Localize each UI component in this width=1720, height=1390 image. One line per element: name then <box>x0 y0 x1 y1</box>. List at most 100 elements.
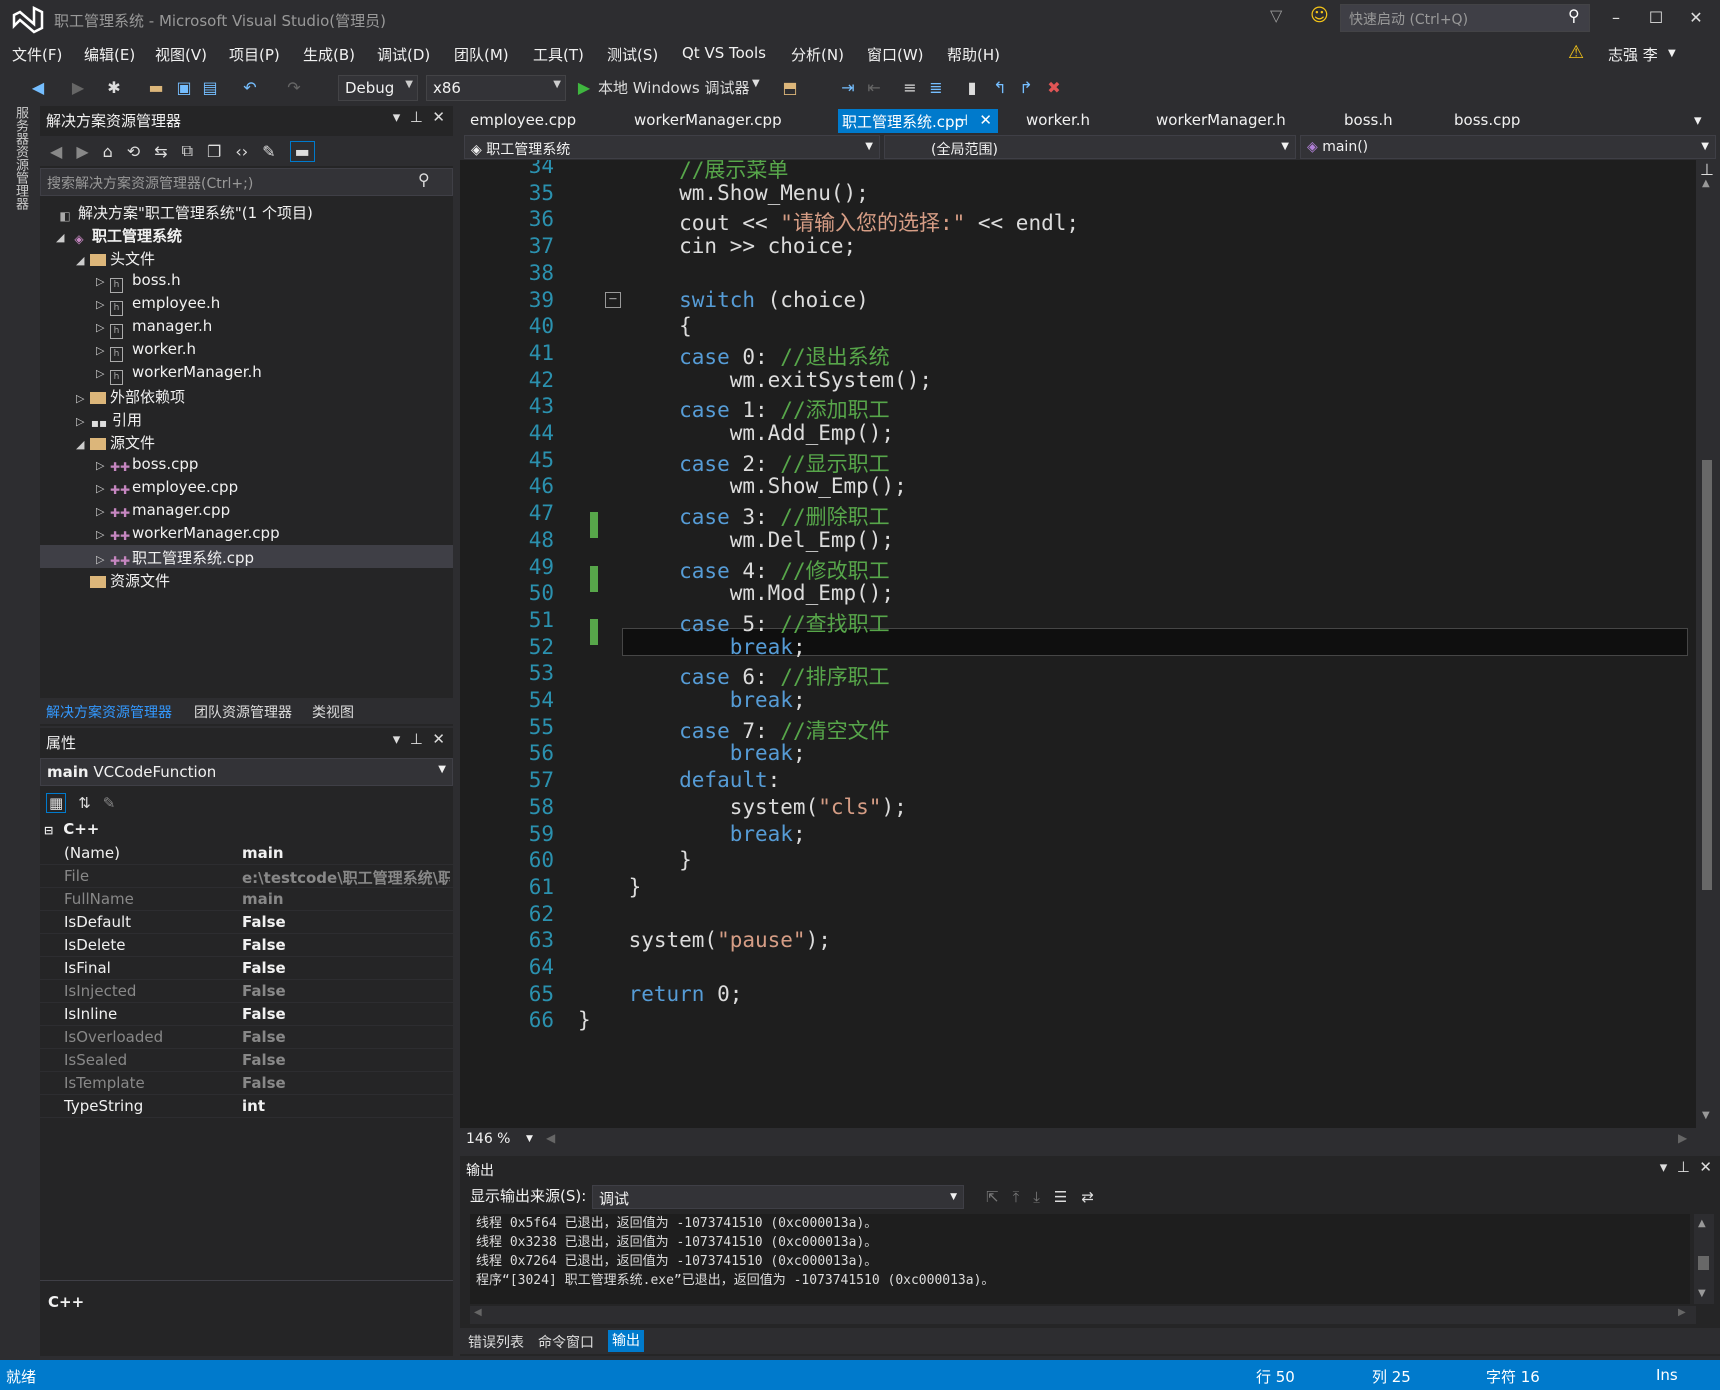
tree-file[interactable]: ▷ ✚✚ workerManager.cpp <box>96 524 280 547</box>
close-icon[interactable]: ✕ <box>432 730 445 748</box>
property-row[interactable]: FullName main <box>40 888 453 911</box>
menu-window[interactable]: 窗口(W) <box>867 44 924 65</box>
redo-icon[interactable]: ↷ <box>284 78 304 98</box>
comment-icon[interactable]: ≡ <box>900 78 920 98</box>
copy-icon[interactable]: ❐ <box>207 142 221 161</box>
tab-workermanager-cpp[interactable]: workerManager.cpp <box>630 109 786 133</box>
search-icon[interactable]: ⚲ <box>1568 6 1580 25</box>
tree-resources-folder[interactable]: 资源文件 <box>90 570 170 593</box>
menu-help[interactable]: 帮助(H) <box>947 44 1000 65</box>
attach-process-icon[interactable]: ⬒ <box>780 78 800 98</box>
menu-debug[interactable]: 调试(D) <box>377 44 430 65</box>
property-row[interactable]: (Name) main <box>40 842 453 865</box>
close-window-button[interactable]: ✕ <box>1676 4 1716 32</box>
menu-test[interactable]: 测试(S) <box>607 44 658 65</box>
editor-vertical-scrollbar[interactable]: ⊥ ▲ ▼ <box>1696 160 1720 1128</box>
search-icon[interactable]: ⚲ <box>418 170 430 189</box>
scroll-thumb[interactable] <box>1702 460 1712 890</box>
solution-configuration-select[interactable]: Debug ▼ <box>338 75 418 101</box>
scroll-up-icon[interactable]: ▲ <box>1698 1218 1706 1229</box>
split-icon[interactable]: ⊥ <box>1700 160 1714 179</box>
user-account[interactable]: 志强 李 <box>1608 44 1658 65</box>
menu-view[interactable]: 视图(V) <box>155 44 207 65</box>
clear-bookmarks-icon[interactable]: ✖ <box>1044 78 1064 98</box>
tab-worker-h[interactable]: worker.h <box>1022 109 1094 133</box>
start-debugger-button[interactable]: 本地 Windows 调试器 <box>598 77 750 101</box>
step-over-icon[interactable]: ⇤ <box>864 78 884 98</box>
menu-tools[interactable]: 工具(T) <box>533 44 584 65</box>
chevron-down-icon[interactable]: ▼ <box>526 1134 533 1144</box>
property-row[interactable]: IsOverloaded False <box>40 1026 453 1049</box>
home-icon[interactable]: ⌂ <box>103 142 113 161</box>
clear-all-icon[interactable]: ☰ <box>1054 1188 1067 1206</box>
tree-solution[interactable]: ◧ 解决方案"职工管理系统"(1 个项目) <box>56 202 313 225</box>
solution-platform-select[interactable]: x86 ▼ <box>426 75 566 101</box>
save-all-icon[interactable]: ▤ <box>200 78 220 98</box>
tree-file[interactable]: ▷ h employee.h <box>96 294 220 317</box>
filter-icon[interactable]: ▽ <box>1270 6 1282 25</box>
prev-message-icon[interactable]: ⤒ <box>1013 1188 1020 1206</box>
dropdown-icon[interactable]: ▾ <box>393 108 401 126</box>
scroll-down-icon[interactable]: ▼ <box>1698 1288 1706 1299</box>
tab-boss-cpp[interactable]: boss.cpp <box>1450 109 1524 133</box>
server-explorer-tab[interactable]: 服务器资源管理器 <box>10 106 30 210</box>
property-row[interactable]: IsDelete False <box>40 934 453 957</box>
property-row[interactable]: IsSealed False <box>40 1049 453 1072</box>
zoom-level[interactable]: 146 % <box>466 1131 510 1147</box>
start-debug-icon[interactable]: ▶ <box>574 78 594 98</box>
property-row[interactable]: TypeString int <box>40 1095 453 1118</box>
tree-file-selected[interactable]: ▷ ✚✚ 职工管理系统.cpp <box>40 545 453 568</box>
open-file-icon[interactable]: ▬ <box>146 78 166 98</box>
property-pages-icon[interactable]: ✎ <box>103 794 116 812</box>
step-icon[interactable]: ⇥ <box>838 78 858 98</box>
pin-icon[interactable]: ⊥ <box>1677 1158 1690 1176</box>
history-icon[interactable]: ⟲ <box>127 142 140 161</box>
menu-analyze[interactable]: 分析(N) <box>791 44 844 65</box>
properties-object-select[interactable]: main VCCodeFunction ▼ <box>40 758 453 786</box>
pin-icon[interactable]: ⊥ <box>410 730 423 748</box>
tree-file[interactable]: ▷ ✚✚ boss.cpp <box>96 455 198 478</box>
tab-workermanager-h[interactable]: workerManager.h <box>1152 109 1290 133</box>
alphabetical-icon[interactable]: ⇅ <box>78 794 91 812</box>
output-source-select[interactable]: 调试 ▼ <box>592 1185 964 1209</box>
property-row[interactable]: IsDefault False <box>40 911 453 934</box>
solution-search-input[interactable]: 搜索解决方案资源管理器(Ctrl+;) <box>40 168 453 196</box>
close-tab-icon[interactable]: ✕ <box>979 111 992 129</box>
next-message-icon[interactable]: ⤓ <box>1033 1188 1040 1206</box>
scroll-up-icon[interactable]: ▲ <box>1702 178 1710 189</box>
navigate-back-icon[interactable]: ◀ <box>28 78 48 98</box>
user-dropdown-icon[interactable]: ▼ <box>1668 48 1676 59</box>
tab-overflow-icon[interactable]: ▾ <box>1690 109 1706 133</box>
preview-icon[interactable]: ▬ <box>289 140 315 162</box>
property-row[interactable]: IsFinal False <box>40 957 453 980</box>
find-message-icon[interactable]: ⇱ <box>986 1188 999 1206</box>
menu-file[interactable]: 文件(F) <box>12 44 62 65</box>
tree-file[interactable]: ▷ h boss.h <box>96 271 181 294</box>
tree-file[interactable]: ▷ h manager.h <box>96 317 212 340</box>
categorized-icon[interactable]: ▦ <box>46 793 67 813</box>
prev-bookmark-icon[interactable]: ↰ <box>990 78 1010 98</box>
close-icon[interactable]: ✕ <box>432 108 445 126</box>
output-vertical-scrollbar[interactable]: ▲ ▼ <box>1694 1214 1714 1304</box>
close-icon[interactable]: ✕ <box>1699 1158 1712 1176</box>
quick-launch-input[interactable]: 快速启动 (Ctrl+Q) <box>1340 4 1590 32</box>
bookmark-icon[interactable]: ▮ <box>962 78 982 98</box>
tree-references[interactable]: ▷ ▪▪ 引用 <box>76 409 142 432</box>
scroll-down-icon[interactable]: ▼ <box>1702 1110 1710 1121</box>
tree-file[interactable]: ▷ ✚✚ manager.cpp <box>96 501 230 524</box>
dropdown-icon[interactable]: ▾ <box>1660 1158 1668 1176</box>
dropdown-icon[interactable]: ▾ <box>393 730 401 748</box>
save-icon[interactable]: ▣ <box>174 78 194 98</box>
property-row[interactable]: IsInline False <box>40 1003 453 1026</box>
collapse-all-icon[interactable]: ⧉ <box>182 141 193 161</box>
tree-external-deps[interactable]: ▷ 外部依赖项 <box>76 386 185 409</box>
output-text[interactable]: 线程 0x5f64 已退出，返回值为 -1073741510 (0xc00001… <box>470 1214 1690 1304</box>
new-project-icon[interactable]: ✱ <box>104 78 124 98</box>
pin-icon[interactable]: ⊣ <box>955 111 968 129</box>
minimize-button[interactable]: – <box>1596 4 1636 32</box>
warning-icon[interactable]: ⚠ <box>1568 42 1584 63</box>
menu-project[interactable]: 项目(P) <box>229 44 280 65</box>
tree-file[interactable]: ▷ h worker.h <box>96 340 196 363</box>
tab-output-active[interactable]: 输出 <box>608 1330 644 1352</box>
scroll-thumb[interactable] <box>1698 1256 1709 1270</box>
